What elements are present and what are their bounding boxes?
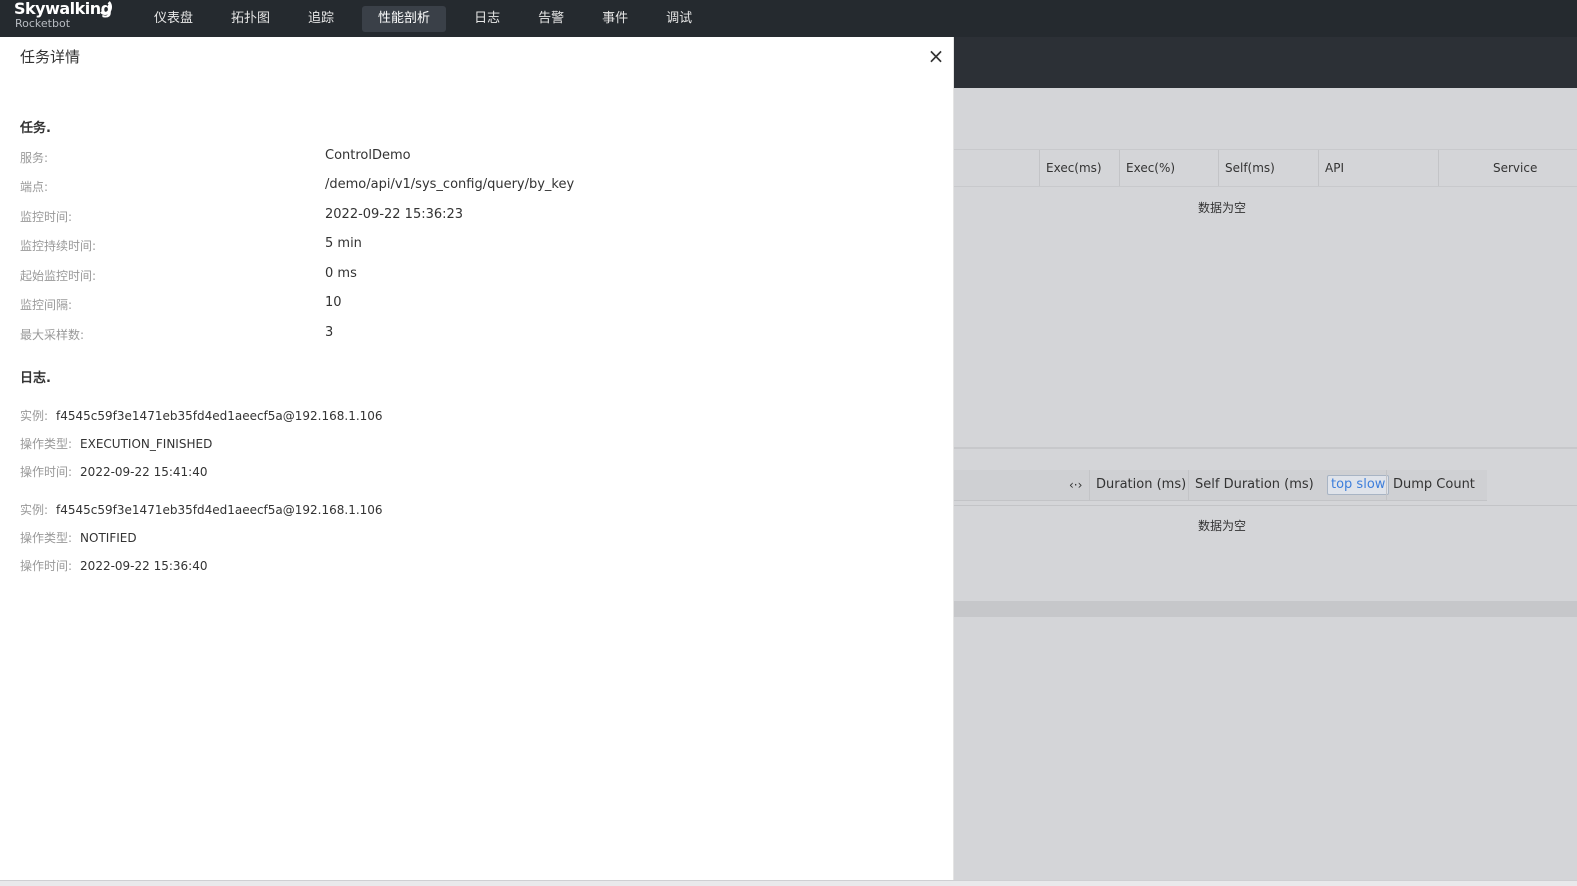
log-instance-value: f4545c59f3e1471eb35fd4ed1aeecf5a@192.168… (56, 503, 383, 517)
log-section-title: 日志. (20, 371, 51, 386)
nav-item-topology[interactable]: 拓扑图 (221, 6, 280, 32)
field-label-endpoint: 端点: (20, 180, 49, 194)
segment-table-header: Exec(ms) Exec(%) Self(ms) API Service (954, 149, 1577, 187)
log-op-time-value: 2022-09-22 15:36:40 (80, 559, 208, 573)
column-self-ms[interactable]: Self(ms) (1218, 150, 1318, 186)
log-op-type-value: EXECUTION_FINISHED (80, 437, 213, 451)
field-value-endpoint: /demo/api/v1/sys_config/query/by_key (325, 177, 575, 192)
bottom-bar (0, 880, 1577, 886)
logo-subtitle: Rocketbot (15, 17, 71, 30)
field-label-monitor-duration: 监控持续时间: (20, 239, 97, 253)
task-detail-drawer: 任务详情 × 任务. 服务: ControlDemo 端点: /demo/api… (0, 37, 954, 880)
column-duration[interactable]: Duration (ms) (1089, 470, 1189, 500)
column-service[interactable]: Service (1438, 150, 1577, 186)
task-section-title: 任务. (20, 121, 51, 136)
log-entry-instance: 实例: f4545c59f3e1471eb35fd4ed1aeecf5a@192.… (20, 407, 383, 424)
background-toolbar (954, 37, 1577, 88)
field-label-max-samples: 最大采样数: (20, 328, 85, 342)
column-exec-percent[interactable]: Exec(%) (1119, 150, 1218, 186)
field-value-monitor-interval: 10 (325, 295, 342, 310)
log-instance-label: 实例: (20, 503, 49, 517)
top-slow-button[interactable]: top slow (1327, 475, 1390, 495)
field-label-service: 服务: (20, 151, 49, 165)
log-entry-op-time: 操作时间: 2022-09-22 15:41:40 (20, 463, 208, 480)
stack-table-header: ‹·› Duration (ms) Self Duration (ms) top… (954, 470, 1487, 501)
logo-title: Skywalking (14, 0, 112, 18)
column-dump-count[interactable]: Dump Count (1386, 470, 1487, 500)
drawer-title: 任务详情 (20, 48, 81, 66)
close-icon[interactable]: × (926, 46, 946, 66)
log-op-time-label: 操作时间: (20, 559, 73, 573)
top-nav-bar: Skywalking Rocketbot 仪表盘 拓扑图 追踪 性能剖析 日志 … (0, 0, 1577, 37)
field-value-monitor-duration: 5 min (325, 236, 362, 251)
log-instance-value: f4545c59f3e1471eb35fd4ed1aeecf5a@192.168… (56, 409, 383, 423)
field-label-monitor-time: 监控时间: (20, 210, 73, 224)
app-logo[interactable]: Skywalking Rocketbot (14, 0, 114, 35)
log-op-time-label: 操作时间: (20, 465, 73, 479)
column-api[interactable]: API (1318, 150, 1438, 186)
log-op-type-value: NOTIFIED (80, 531, 137, 545)
field-value-start-monitor-time: 0 ms (325, 266, 357, 281)
field-value-monitor-time: 2022-09-22 15:36:23 (325, 207, 464, 222)
stack-table-divider (954, 505, 1577, 506)
log-entry-op-type: 操作类型: EXECUTION_FINISHED (20, 435, 212, 452)
log-entry-instance: 实例: f4545c59f3e1471eb35fd4ed1aeecf5a@192.… (20, 501, 383, 518)
nav-item-debug[interactable]: 调试 (656, 6, 702, 32)
panel-divider[interactable] (954, 447, 1577, 449)
nav-item-alarm[interactable]: 告警 (528, 6, 574, 32)
main-nav: 仪表盘 拓扑图 追踪 性能剖析 日志 告警 事件 调试 (144, 0, 720, 37)
log-entry-op-type: 操作类型: NOTIFIED (20, 529, 137, 546)
nav-item-event[interactable]: 事件 (592, 6, 638, 32)
field-label-monitor-interval: 监控间隔: (20, 298, 73, 312)
log-op-time-value: 2022-09-22 15:41:40 (80, 465, 208, 479)
horizontal-scrollbar[interactable] (954, 601, 1577, 617)
field-value-service: ControlDemo (325, 148, 411, 163)
field-value-max-samples: 3 (325, 325, 334, 340)
nav-item-trace[interactable]: 追踪 (298, 6, 344, 32)
nav-item-dashboard[interactable]: 仪表盘 (144, 6, 203, 32)
nav-item-profile[interactable]: 性能剖析 (362, 5, 447, 32)
log-instance-label: 实例: (20, 409, 49, 423)
field-label-start-monitor-time: 起始监控时间: (20, 269, 97, 283)
column-exec-ms[interactable]: Exec(ms) (1039, 150, 1119, 186)
log-op-type-label: 操作类型: (20, 437, 73, 451)
nav-item-log[interactable]: 日志 (464, 6, 510, 32)
log-op-type-label: 操作类型: (20, 531, 73, 545)
log-entry-op-time: 操作时间: 2022-09-22 15:36:40 (20, 557, 208, 574)
segment-table-empty: 数据为空 (1198, 201, 1247, 215)
expand-toggle-icon[interactable]: ‹·› (1069, 470, 1082, 500)
stack-table-empty: 数据为空 (1198, 519, 1247, 533)
